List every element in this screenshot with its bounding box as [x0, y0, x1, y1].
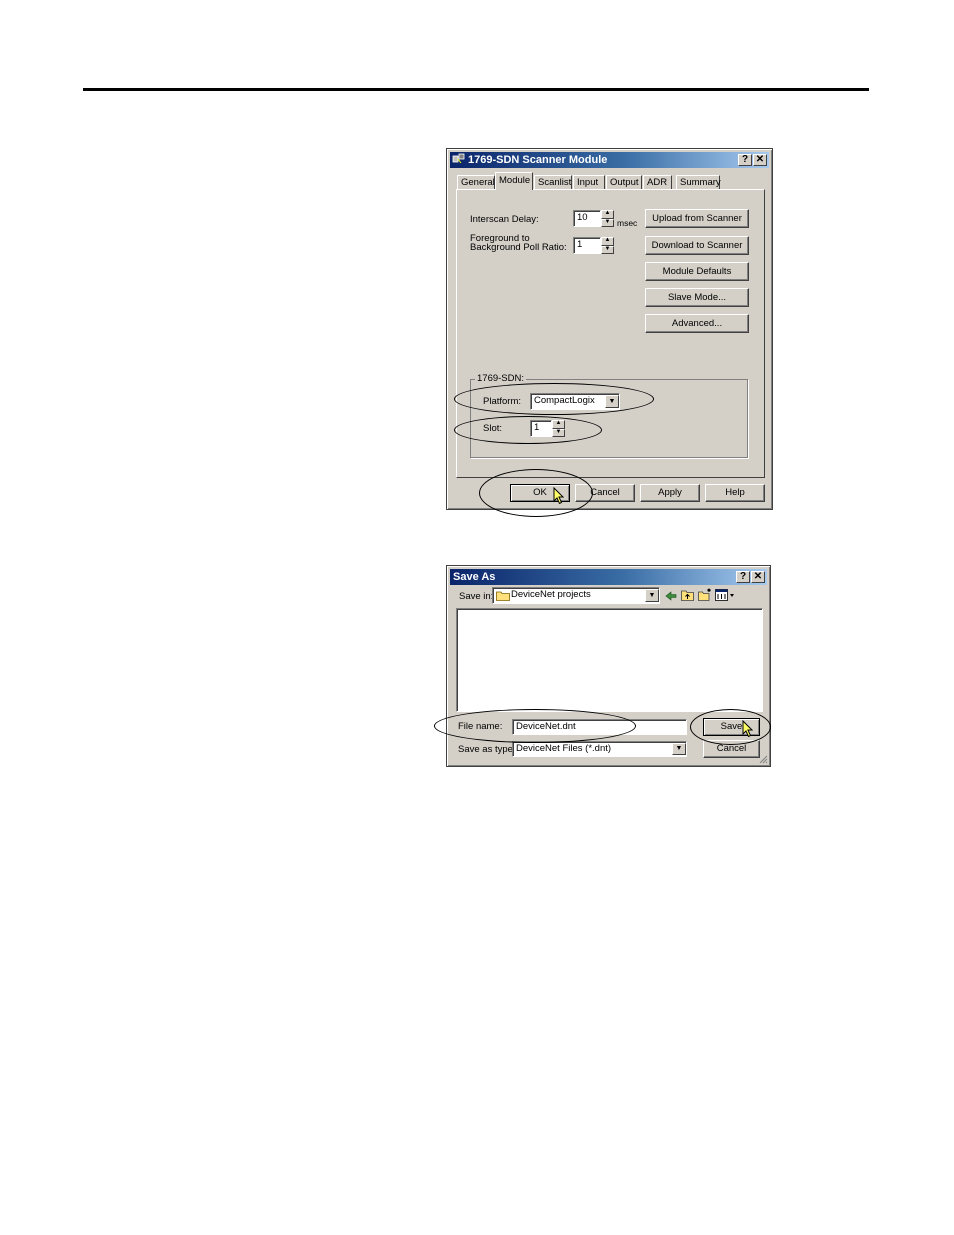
- sdn-group-label: 1769-SDN:: [475, 373, 526, 384]
- close-icon[interactable]: ✕: [753, 154, 767, 166]
- slot-highlight-ellipse: [454, 416, 602, 444]
- module-defaults-button[interactable]: Module Defaults: [645, 262, 749, 281]
- apply-button[interactable]: Apply: [640, 484, 700, 502]
- poll-ratio-input[interactable]: 1: [573, 237, 601, 254]
- title-bar[interactable]: 1769-SDN Scanner Module ? ✕: [450, 152, 769, 168]
- mouse-cursor-icon: [742, 720, 754, 738]
- save-in-select[interactable]: DeviceNet projects: [492, 587, 660, 604]
- view-menu-icon[interactable]: [715, 589, 735, 601]
- mouse-cursor-icon: [553, 487, 565, 505]
- tab-input[interactable]: Input: [573, 175, 605, 189]
- save-in-dropdown-arrow[interactable]: ▼: [645, 589, 659, 602]
- download-to-scanner-button[interactable]: Download to Scanner: [645, 236, 749, 255]
- platform-highlight-ellipse: [454, 383, 654, 415]
- save-as-type-dropdown-arrow[interactable]: ▼: [672, 743, 686, 755]
- help-title-button[interactable]: ?: [736, 571, 750, 583]
- folder-icon: [496, 591, 510, 601]
- help-button[interactable]: Help: [705, 484, 765, 502]
- close-icon[interactable]: ✕: [751, 571, 765, 583]
- interscan-delay-label: Interscan Delay:: [470, 214, 539, 225]
- upload-from-scanner-button[interactable]: Upload from Scanner: [645, 209, 749, 228]
- tab-adr[interactable]: ADR: [643, 175, 672, 189]
- interscan-delay-input[interactable]: 10: [573, 210, 601, 227]
- slave-mode-button[interactable]: Slave Mode...: [645, 288, 749, 307]
- file-name-highlight-ellipse: [434, 709, 636, 743]
- interscan-delay-spinner[interactable]: ▲ ▼: [601, 210, 614, 227]
- file-list[interactable]: [456, 608, 763, 712]
- save-as-type-label: Save as type:: [458, 744, 516, 755]
- tab-general[interactable]: General: [457, 175, 495, 189]
- back-arrow-icon[interactable]: [665, 590, 677, 602]
- help-title-button[interactable]: ?: [738, 154, 752, 166]
- foreground-ratio-label-line2: Background Poll Ratio:: [470, 242, 567, 253]
- save-in-value: DeviceNet projects: [511, 589, 591, 600]
- new-folder-icon[interactable]: [698, 588, 712, 601]
- advanced-button[interactable]: Advanced...: [645, 314, 749, 333]
- save-as-type-select[interactable]: DeviceNet Files (*.dnt): [512, 741, 687, 757]
- tab-module[interactable]: Module: [495, 172, 533, 190]
- tab-scanlist[interactable]: Scanlist: [534, 175, 572, 189]
- msec-unit-label: msec: [617, 218, 638, 228]
- up-folder-icon[interactable]: [681, 589, 694, 601]
- save-highlight-ellipse: [690, 709, 771, 745]
- title-bar[interactable]: Save As ? ✕: [450, 569, 767, 585]
- tab-summary[interactable]: Summary: [676, 175, 721, 189]
- page-header-rule: [83, 88, 869, 91]
- dialog-title: Save As: [453, 571, 496, 583]
- dialog-title: 1769-SDN Scanner Module: [468, 154, 608, 166]
- poll-ratio-spinner[interactable]: ▲ ▼: [601, 237, 614, 254]
- scanner-module-dialog: 1769-SDN Scanner Module ? ✕ General Modu…: [446, 148, 773, 510]
- ok-highlight-ellipse: [479, 469, 593, 517]
- save-in-label: Save in:: [459, 591, 494, 602]
- tab-output[interactable]: Output: [606, 175, 642, 189]
- resize-grip-icon[interactable]: [758, 754, 768, 764]
- devicenet-app-icon: [452, 153, 465, 164]
